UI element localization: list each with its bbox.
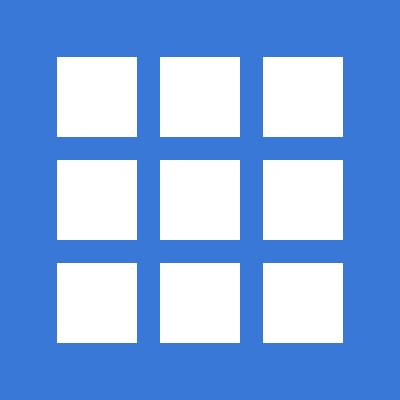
grid-tile-7 [57, 263, 137, 343]
grid-icon [57, 57, 343, 343]
grid-tile-6 [263, 160, 343, 240]
grid-tile-1 [57, 57, 137, 137]
grid-tile-4 [57, 160, 137, 240]
grid-tile-8 [160, 263, 240, 343]
grid-tile-9 [263, 263, 343, 343]
grid-tile-5 [160, 160, 240, 240]
grid-app-icon [0, 0, 400, 400]
grid-tile-3 [263, 57, 343, 137]
grid-tile-2 [160, 57, 240, 137]
